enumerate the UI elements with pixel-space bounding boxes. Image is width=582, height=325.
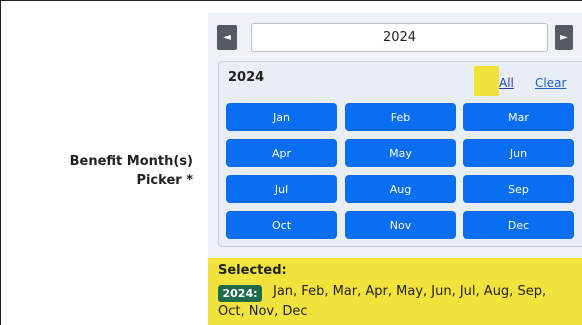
month-button-oct[interactable]: Oct xyxy=(226,211,337,239)
month-button-nov[interactable]: Nov xyxy=(345,211,456,239)
selected-months-line-1: Jan, Feb, Mar, Apr, May, Jun, Jul, Aug, … xyxy=(273,284,547,299)
selected-summary-title: Selected: xyxy=(218,263,287,278)
next-year-button[interactable]: ► xyxy=(555,25,573,50)
year-display-value: 2024 xyxy=(382,30,417,45)
month-button-jul[interactable]: Jul xyxy=(226,175,337,203)
selected-year-badge: 2024: xyxy=(218,285,262,302)
month-button-feb[interactable]: Feb xyxy=(345,103,456,131)
selected-months-line-2: Oct, Nov, Dec xyxy=(218,304,308,319)
month-button-jan[interactable]: Jan xyxy=(226,103,337,131)
panel-year-heading: 2024 xyxy=(228,70,265,85)
month-button-dec[interactable]: Dec xyxy=(463,211,574,239)
month-button-aug[interactable]: Aug xyxy=(345,175,456,203)
all-link-highlight xyxy=(474,66,499,96)
month-button-may[interactable]: May xyxy=(345,139,456,167)
month-button-apr[interactable]: Apr xyxy=(226,139,337,167)
benefit-month-picker-label: Benefit Month(s) Picker * xyxy=(70,152,193,190)
month-button-mar[interactable]: Mar xyxy=(463,103,574,131)
clear-selection-link[interactable]: Clear xyxy=(535,76,566,90)
previous-year-button[interactable]: ◄ xyxy=(217,25,237,50)
label-line-1: Benefit Month(s) xyxy=(69,154,193,169)
month-button-jun[interactable]: Jun xyxy=(463,139,574,167)
select-all-link[interactable]: All xyxy=(499,76,514,90)
triangle-left-icon: ◄ xyxy=(223,32,231,43)
month-button-sep[interactable]: Sep xyxy=(463,175,574,203)
label-line-2: Picker * xyxy=(136,173,193,188)
triangle-right-icon: ► xyxy=(560,32,568,43)
year-display-field[interactable]: 2024 xyxy=(251,23,548,52)
